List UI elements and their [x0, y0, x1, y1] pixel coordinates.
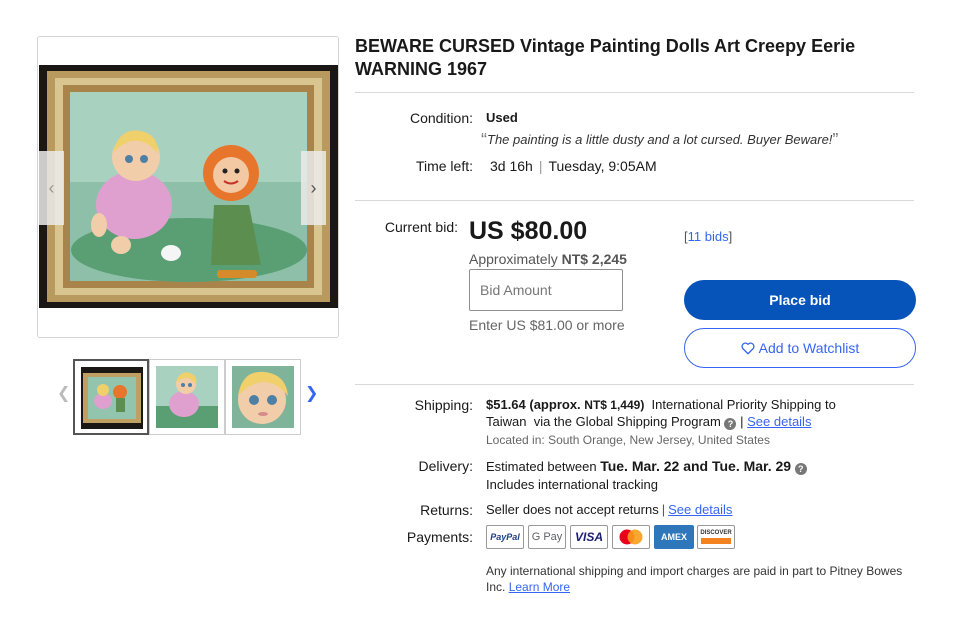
discover-icon: DISCOVER	[697, 525, 735, 549]
auction-end-time: Tuesday, 9:05AM	[548, 158, 657, 174]
shipping-program-line: Taiwan via the Global Shipping Program ?…	[486, 414, 811, 430]
located-label: Located in:	[486, 433, 545, 447]
help-icon[interactable]: ?	[794, 463, 807, 475]
separator: |	[538, 158, 543, 174]
chevron-left-icon: ‹	[48, 177, 55, 198]
add-to-watchlist-button[interactable]: Add to Watchlist	[684, 328, 916, 368]
shipping-cost-local: NT$ 1,449)	[584, 398, 645, 412]
divider	[355, 92, 914, 93]
thumbnail-1-image	[81, 367, 143, 429]
time-left-label: Time left:	[415, 158, 473, 174]
condition-label: Condition:	[409, 110, 473, 126]
condition-quote-text: The painting is a little dusty and a lot…	[487, 132, 833, 147]
divider	[355, 200, 914, 201]
time-remaining: 3d 16h	[490, 158, 533, 174]
thumbnails-prev-button[interactable]: ❮	[57, 383, 70, 403]
chevron-right-icon: ❯	[305, 385, 319, 402]
returns-value: Seller does not accept returns	[486, 502, 659, 517]
shipping-program: Taiwan via the Global Shipping Program	[486, 414, 721, 429]
item-location: Located in: South Orange, New Jersey, Un…	[486, 433, 770, 447]
heart-icon	[741, 342, 755, 354]
shipping-cost: $51.64 (approx.	[486, 397, 581, 412]
divider	[355, 384, 914, 385]
visa-text: VISA	[574, 530, 603, 544]
bracket-close: ]	[728, 229, 733, 244]
thumbnail-3-image	[232, 366, 294, 428]
payments-label: Payments:	[406, 529, 473, 545]
thumbnail-2-image	[156, 366, 218, 428]
help-icon[interactable]: ?	[724, 418, 737, 430]
separator: |	[740, 414, 744, 429]
condition-quote: “The painting is a little dusty and a lo…	[481, 130, 838, 151]
delivery-prefix: Estimated between	[486, 459, 597, 474]
main-image-viewer[interactable]: ‹ ›	[37, 36, 339, 338]
current-bid-price: US $80.00	[469, 217, 588, 245]
shipping-disclaimer: Any international shipping and import ch…	[486, 563, 916, 595]
paypal-icon: PayPal	[486, 525, 524, 549]
chevron-left-icon: ❮	[57, 385, 71, 402]
thumbnail-2[interactable]	[149, 359, 225, 435]
amex-icon: AMEX	[654, 525, 694, 549]
thumbnail-1[interactable]	[73, 359, 149, 435]
google-pay-icon: G Pay	[528, 525, 566, 549]
bid-amount-input[interactable]	[469, 269, 623, 311]
thumbnails-next-button[interactable]: ❯	[305, 383, 318, 403]
thumbnail-3[interactable]	[225, 359, 301, 435]
delivery-dates: Tue. Mar. 22 and Tue. Mar. 29	[600, 458, 792, 474]
returns-see-details-link[interactable]: See details	[668, 502, 732, 517]
approx-value: NT$ 2,245	[561, 251, 627, 267]
discover-text: DISCOVER	[700, 530, 732, 536]
visa-icon: VISA	[570, 525, 608, 549]
shipping-method: International Priority Shipping to	[651, 397, 836, 412]
current-bid-label: Current bid:	[384, 219, 458, 235]
separator: |	[661, 502, 666, 517]
shipping-label: Shipping:	[414, 397, 473, 413]
close-quote-mark: ”	[832, 130, 839, 150]
bid-history-link[interactable]: 11 bids	[688, 229, 729, 244]
listing-title: BEWARE CURSED Vintage Painting Dolls Art…	[355, 36, 856, 79]
approx-prefix: Approximately	[469, 251, 558, 267]
paypal-text: PayPal	[490, 532, 520, 542]
shipping-see-details-link[interactable]: See details	[747, 414, 811, 429]
mastercard-icon	[612, 525, 650, 549]
delivery-tracking: Includes international tracking	[486, 477, 658, 492]
place-bid-button[interactable]: Place bid	[684, 280, 916, 320]
returns-label: Returns:	[420, 502, 473, 518]
time-left-value: 3d 16h | Tuesday, 9:05AM	[490, 158, 657, 174]
located-value: South Orange, New Jersey, United States	[548, 433, 770, 447]
shipping-cost-line: $51.64 (approx. NT$ 1,449) International…	[486, 397, 836, 412]
min-bid-hint: Enter US $81.00 or more	[469, 317, 625, 333]
main-painting-photo[interactable]	[39, 65, 338, 308]
returns-policy: Seller does not accept returns | See detai…	[486, 502, 732, 517]
converted-price: Approximately NT$ 2,245	[469, 251, 627, 267]
learn-more-link[interactable]: Learn More	[509, 580, 570, 594]
gallery-prev-button[interactable]: ‹	[39, 151, 64, 225]
delivery-label: Delivery:	[418, 458, 473, 474]
gpay-text: G Pay	[531, 531, 563, 543]
delivery-estimate: Estimated between Tue. Mar. 22 and Tue. …	[486, 458, 807, 475]
gallery-next-button[interactable]: ›	[301, 151, 326, 225]
discover-stripe	[701, 538, 731, 544]
amex-text: AMEX	[660, 532, 687, 542]
watchlist-label: Add to Watchlist	[758, 340, 860, 356]
condition-value: Used	[486, 110, 518, 125]
chevron-right-icon: ›	[310, 177, 317, 198]
bid-count: [11 bids]	[684, 229, 732, 244]
mastercard-logo	[619, 529, 643, 545]
